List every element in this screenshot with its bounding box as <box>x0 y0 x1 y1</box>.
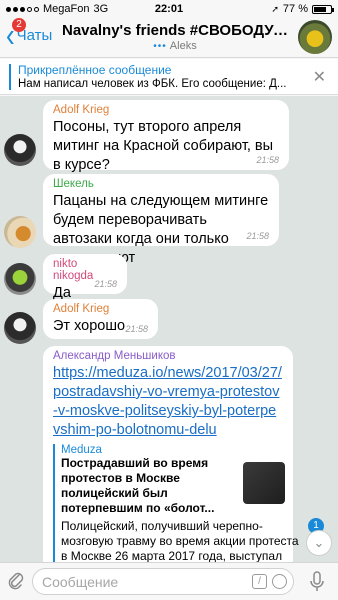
message-list[interactable]: Adolf Krieg Посоны, тут второго апреля м… <box>0 96 338 562</box>
sticker-button[interactable] <box>272 574 287 589</box>
link-preview[interactable]: Meduza Пострадавший во время протестов в… <box>53 444 299 562</box>
chat-title[interactable]: Navalny's friends #СВОБОДУФ... <box>62 22 288 39</box>
pinned-text: Нам написал человек из ФБК. Его сообщени… <box>18 78 287 90</box>
microphone-icon <box>310 571 324 591</box>
message-link[interactable]: https://meduza.io/news/2017/03/27/postra… <box>53 364 283 440</box>
avatar[interactable] <box>4 263 36 295</box>
paperclip-icon <box>8 572 24 590</box>
message-input[interactable] <box>42 574 242 590</box>
avatar[interactable] <box>4 312 36 344</box>
message-bubble[interactable]: Adolf Krieg Посоны, тут второго апреля м… <box>43 100 289 173</box>
location-icon: ➚ <box>271 3 279 14</box>
message-author: Шекель <box>53 178 94 190</box>
message-text: Эт хорошо <box>53 318 126 334</box>
message-bubble[interactable]: Александр Меньшиков https://meduza.io/ne… <box>43 346 299 562</box>
attach-button[interactable] <box>6 570 26 592</box>
message-bubble[interactable]: Adolf Krieg Эт хорошо 21:58 <box>43 299 158 339</box>
chat-header: ‹ Чаты 2 Navalny's friends #СВОБОДУФ... … <box>0 18 338 58</box>
message-author: Adolf Krieg <box>53 104 110 116</box>
avatar[interactable] <box>4 216 36 248</box>
battery-fill <box>314 6 327 12</box>
pinned-message[interactable]: Прикреплённое сообщение Нам написал чело… <box>0 59 338 95</box>
typing-user: Aleks <box>169 40 197 52</box>
message-field[interactable]: / <box>32 568 294 595</box>
chat-avatar[interactable] <box>298 20 332 54</box>
composer: / <box>0 562 338 600</box>
scroll-down-button[interactable]: ⌄ <box>306 530 332 556</box>
commands-button[interactable]: / <box>252 574 267 589</box>
preview-thumbnail <box>243 462 285 504</box>
unread-badge: 2 <box>12 18 26 32</box>
status-right: ➚ 77 % <box>271 3 334 15</box>
preview-description: Полицейский, получивший черепно-мозговую… <box>61 519 299 562</box>
avatar[interactable] <box>4 134 36 166</box>
message-time: 21:58 <box>125 324 148 334</box>
mic-button[interactable] <box>308 570 326 594</box>
message-time: 21:58 <box>94 279 117 289</box>
message-bubble[interactable]: nikto nikogda Да 21:58 <box>43 254 127 301</box>
battery-icon <box>312 4 334 14</box>
close-icon[interactable]: ✕ <box>313 67 326 87</box>
message-bubble[interactable]: Шекель Пацаны на следующем митинге будем… <box>43 174 279 266</box>
battery-label: 77 % <box>282 3 308 15</box>
typing-dots-icon: ••• <box>153 40 167 52</box>
typing-indicator: ••• Aleks <box>62 40 288 52</box>
preview-title: Пострадавший во время протестов в Москве… <box>61 456 215 515</box>
preview-site: Meduza <box>61 444 102 456</box>
chevron-down-icon: ⌄ <box>313 535 325 550</box>
message-author: Adolf Krieg <box>53 303 110 315</box>
pinned-title: Прикреплённое сообщение <box>18 63 172 77</box>
message-time: 21:58 <box>256 155 279 165</box>
pinned-accent-bar <box>9 64 11 90</box>
message-time: 21:58 <box>246 231 269 241</box>
message-author: Александр Меньшиков <box>53 350 176 362</box>
message-text: Посоны, тут второго апреля митинг на Кра… <box>53 119 274 173</box>
status-bar: MegaFon 3G 22:01 ➚ 77 % <box>0 0 338 18</box>
